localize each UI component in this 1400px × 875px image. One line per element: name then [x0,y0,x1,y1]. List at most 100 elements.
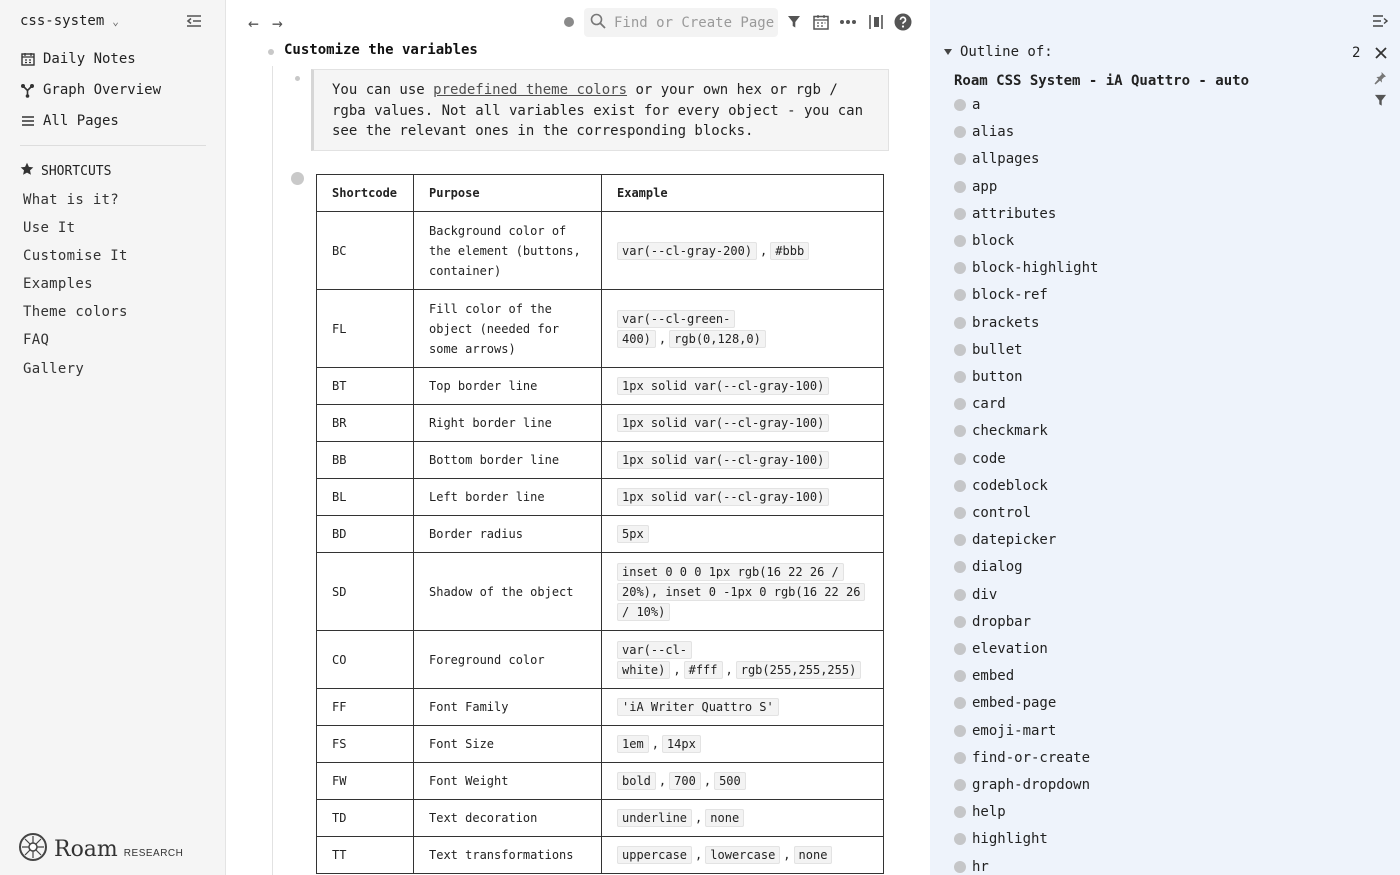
theme-colors-link[interactable]: predefined theme colors [433,82,627,98]
inline-code[interactable]: #fff [683,660,723,679]
outline-item[interactable]: allpages [954,149,1039,169]
outline-bullet[interactable] [954,153,966,165]
outline-item[interactable]: block-highlight [954,258,1098,278]
outline-header[interactable]: Outline of: [943,44,1053,60]
nav-all-pages[interactable]: All Pages [20,110,119,132]
sidebar-menu-icon[interactable] [1372,14,1389,32]
outline-item[interactable]: elevation [954,639,1048,659]
shortcut-item[interactable]: Examples [23,276,93,292]
outline-item[interactable]: checkmark [954,421,1048,441]
inline-code[interactable]: rgb(0,128,0) [669,329,766,348]
outline-item[interactable]: codeblock [954,476,1048,496]
outline-item[interactable]: embed [954,666,1014,686]
nav-daily-notes[interactable]: Daily Notes [20,48,136,70]
inline-code[interactable]: 1px solid var(--cl-gray-100) [617,377,830,395]
outline-bullet[interactable] [954,235,966,247]
outline-item[interactable]: emoji-mart [954,721,1056,741]
inline-code[interactable]: 1px solid var(--cl-gray-100) [617,488,830,506]
outline-bullet[interactable] [954,752,966,764]
shortcut-item[interactable]: FAQ [23,332,49,348]
outline-item[interactable]: a [954,95,980,115]
outline-item[interactable]: div [954,585,997,605]
outline-item[interactable]: hr [954,857,989,875]
inline-code[interactable]: 700 [669,772,701,790]
outline-item[interactable]: block [954,231,1014,251]
inline-code[interactable]: bold [617,772,656,790]
filter-icon[interactable] [1374,94,1387,111]
inline-code[interactable]: 5px [617,525,649,543]
outline-item[interactable]: attributes [954,204,1056,224]
outline-item[interactable]: app [954,177,997,197]
right-sidebar-toggle-icon[interactable] [866,12,886,32]
outline-item[interactable]: datepicker [954,530,1056,550]
block-bullet-collapsed[interactable] [291,172,304,185]
outline-item[interactable]: bullet [954,340,1023,360]
outline-item[interactable]: graph-dropdown [954,775,1090,795]
inline-code[interactable]: lowercase [705,846,781,864]
help-icon[interactable] [893,12,913,32]
outline-bullet[interactable] [954,208,966,220]
outline-item[interactable]: highlight [954,829,1048,849]
outline-bullet[interactable] [954,181,966,193]
outline-bullet[interactable] [954,453,966,465]
outline-item[interactable]: brackets [954,313,1039,333]
shortcut-item[interactable]: Use It [23,220,75,236]
graph-switcher[interactable]: css-system ⌄ [20,13,119,29]
outline-bullet[interactable] [954,262,966,274]
search-input[interactable] [614,14,774,31]
inline-code[interactable]: 'iA Writer Quattro S' [617,698,779,716]
inline-code[interactable]: 500 [714,772,746,790]
outline-bullet[interactable] [954,480,966,492]
outline-bullet[interactable] [954,398,966,410]
close-icon[interactable] [1375,47,1387,63]
outline-bullet[interactable] [954,425,966,437]
block-heading[interactable]: Customize the variables [284,42,478,58]
more-options-icon[interactable] [838,12,858,32]
outline-page-title[interactable]: Roam CSS System - iA Quattro - auto [954,73,1249,89]
shortcut-item[interactable]: Gallery [23,361,84,377]
collapse-sidebar-icon[interactable] [185,13,205,31]
outline-item[interactable]: block-ref [954,285,1048,305]
outline-bullet[interactable] [954,670,966,682]
outline-item[interactable]: find-or-create [954,748,1090,768]
nav-graph-overview[interactable]: Graph Overview [20,79,161,101]
outline-bullet[interactable] [954,126,966,138]
outline-bullet[interactable] [954,589,966,601]
shortcut-item[interactable]: Theme colors [23,304,128,320]
outline-item[interactable]: help [954,802,1006,822]
back-arrow-icon[interactable]: ← [248,13,259,34]
outline-item[interactable]: code [954,449,1006,469]
block-bullet[interactable] [268,49,274,55]
outline-item[interactable]: button [954,367,1023,387]
inline-code[interactable]: underline [617,809,693,827]
outline-item[interactable]: card [954,394,1006,414]
outline-item[interactable]: dialog [954,557,1023,577]
filter-icon[interactable] [784,12,804,32]
calendar-icon[interactable] [811,12,831,32]
inline-code[interactable]: 1em [617,735,649,753]
inline-code[interactable]: var(--cl-gray-200) [617,241,758,260]
outline-bullet[interactable] [954,317,966,329]
outline-item[interactable]: control [954,503,1031,523]
outline-bullet[interactable] [954,833,966,845]
outline-bullet[interactable] [954,616,966,628]
search-box[interactable] [584,8,778,37]
outline-bullet[interactable] [954,643,966,655]
inline-code[interactable]: 1px solid var(--cl-gray-100) [617,451,830,469]
outline-bullet[interactable] [954,861,966,873]
inline-code[interactable]: uppercase [617,846,693,864]
inline-code[interactable]: 1px solid var(--cl-gray-100) [617,414,830,432]
outline-bullet[interactable] [954,806,966,818]
forward-arrow-icon[interactable]: → [272,13,283,34]
inline-code[interactable]: inset 0 0 0 1px rgb(16 22 26 / 20%), ins… [617,562,866,621]
outline-item[interactable]: alias [954,122,1014,142]
outline-bullet[interactable] [954,725,966,737]
inline-code[interactable]: none [705,809,745,827]
inline-code[interactable]: none [793,846,833,864]
outline-bullet[interactable] [954,371,966,383]
shortcut-item[interactable]: What is it? [23,192,119,208]
outline-bullet[interactable] [954,507,966,519]
outline-bullet[interactable] [954,697,966,709]
outline-bullet[interactable] [954,534,966,546]
shortcut-item[interactable]: Customise It [23,248,128,264]
